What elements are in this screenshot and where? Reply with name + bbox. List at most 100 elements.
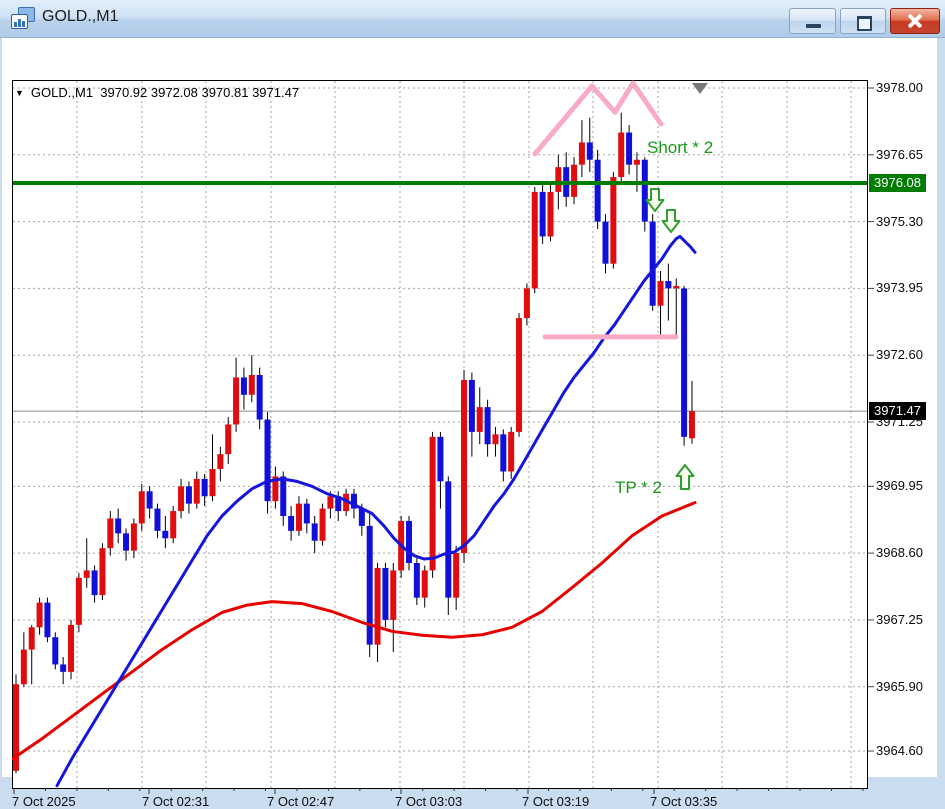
candle-bear xyxy=(115,518,121,533)
candle-bull xyxy=(99,548,105,595)
candle-bull xyxy=(618,133,624,178)
candle-bear xyxy=(147,491,153,508)
time-axis-label: 7 Oct 02:31 xyxy=(142,794,209,809)
window-title: GOLD.,M1 xyxy=(42,8,118,26)
candle-bull xyxy=(76,578,82,625)
candle-bear xyxy=(382,568,388,620)
candle-bull xyxy=(210,469,216,496)
candle-bull xyxy=(37,603,43,628)
title-bar[interactable]: GOLD.,M1 xyxy=(0,0,945,38)
close-button[interactable] xyxy=(890,8,940,34)
candle-bull xyxy=(84,570,90,577)
candle-bear xyxy=(500,434,506,471)
candle-bear xyxy=(626,133,632,165)
candle-bull xyxy=(524,288,530,318)
price-axis-label: 3978.00 xyxy=(876,80,923,95)
candle-bull xyxy=(422,570,428,597)
candle-bear xyxy=(406,521,412,563)
candle-bull xyxy=(320,509,326,541)
candle-bull xyxy=(390,570,396,619)
chart-ohlc-text: GOLD.,M1 3970.92 3972.08 3970.81 3971.47 xyxy=(31,85,299,100)
candle-bull xyxy=(225,424,231,454)
candle-bull xyxy=(508,432,514,472)
candle-bull xyxy=(461,380,467,553)
candle-bull xyxy=(327,496,333,508)
candle-bear xyxy=(288,516,294,531)
chart-window-icon xyxy=(11,7,35,31)
short-annotation-label[interactable]: Short * 2 xyxy=(647,138,713,158)
candle-bear xyxy=(123,533,129,550)
price-axis-label: 3976.65 xyxy=(876,147,923,162)
candle-bear xyxy=(665,281,671,288)
candle-bear xyxy=(469,380,475,432)
candle-bear xyxy=(312,523,318,540)
symbol-dropdown-icon[interactable]: ▼ xyxy=(15,88,24,98)
candle-bear xyxy=(52,637,58,664)
candle-bear xyxy=(44,603,50,638)
candle-bull xyxy=(673,286,679,288)
candle-bull xyxy=(453,553,459,598)
candle-bull xyxy=(131,523,137,550)
candle-bull xyxy=(217,454,223,469)
candle-bull xyxy=(579,142,585,164)
candle-bull xyxy=(21,650,27,685)
candlestick-chart[interactable] xyxy=(12,80,942,798)
price-axis-label: 3972.60 xyxy=(876,347,923,362)
candle-bull xyxy=(610,177,616,264)
hline-price-badge: 3976.08 xyxy=(869,174,926,192)
candle-bull xyxy=(375,568,381,645)
minimize-icon xyxy=(806,24,821,28)
candle-bear xyxy=(445,481,451,597)
candle-bull xyxy=(233,377,239,424)
candle-bull xyxy=(532,192,538,288)
chart-window: GOLD.,M1 ▼ GOLD.,M1 3970.92 3972.08 3970.… xyxy=(0,0,945,785)
candle-bull xyxy=(194,479,200,504)
candle-bear xyxy=(595,160,601,222)
maximize-icon xyxy=(857,16,872,31)
candle-bull xyxy=(555,167,561,192)
candle-bear xyxy=(485,407,491,444)
candle-bull xyxy=(689,411,695,438)
candle-bear xyxy=(92,570,98,595)
minimize-button[interactable] xyxy=(789,8,836,34)
price-axis-label: 3971.25 xyxy=(876,414,923,429)
candle-bear xyxy=(241,377,247,394)
tp-annotation-label[interactable]: TP * 2 xyxy=(615,478,662,498)
chart-ohlc-header: ▼ GOLD.,M1 3970.92 3972.08 3970.81 3971.4… xyxy=(15,85,299,100)
candle-bear xyxy=(280,476,286,516)
candle-bear xyxy=(265,420,271,502)
candle-bull xyxy=(430,437,436,571)
price-axis-label: 3975.30 xyxy=(876,214,923,229)
candle-bear xyxy=(162,531,168,538)
candle-bear xyxy=(257,375,263,420)
price-axis-label: 3967.25 xyxy=(876,612,923,627)
candle-bear xyxy=(60,664,66,671)
price-axis-label: 3973.95 xyxy=(876,280,923,295)
chart-workspace: ▼ GOLD.,M1 3970.92 3972.08 3970.81 3971.4… xyxy=(2,38,937,777)
price-axis-label: 3969.95 xyxy=(876,478,923,493)
price-axis-label: 3968.60 xyxy=(876,545,923,560)
candle-bull xyxy=(516,318,522,432)
candle-bear xyxy=(304,504,310,524)
candle-bull xyxy=(249,375,255,395)
candle-bull xyxy=(29,627,35,649)
candle-bull xyxy=(658,281,664,306)
price-axis-label: 3965.90 xyxy=(876,679,923,694)
candle-bull xyxy=(571,165,577,197)
candle-bear xyxy=(186,486,192,503)
candle-bear xyxy=(540,192,546,237)
candle-bull xyxy=(547,192,553,237)
candle-bull xyxy=(634,160,640,165)
candle-bull xyxy=(139,491,145,523)
candle-bull xyxy=(107,518,113,548)
candle-bear xyxy=(414,563,420,598)
candle-bear xyxy=(437,437,443,482)
price-axis-label: 3964.60 xyxy=(876,743,923,758)
time-axis-label: 7 Oct 2025 xyxy=(12,794,76,809)
candle-bear xyxy=(603,222,609,264)
candle-bull xyxy=(296,504,302,531)
candle-bear xyxy=(650,222,656,306)
time-axis-label: 7 Oct 03:35 xyxy=(650,794,717,809)
candle-bear xyxy=(681,288,687,436)
maximize-button[interactable] xyxy=(840,8,886,34)
